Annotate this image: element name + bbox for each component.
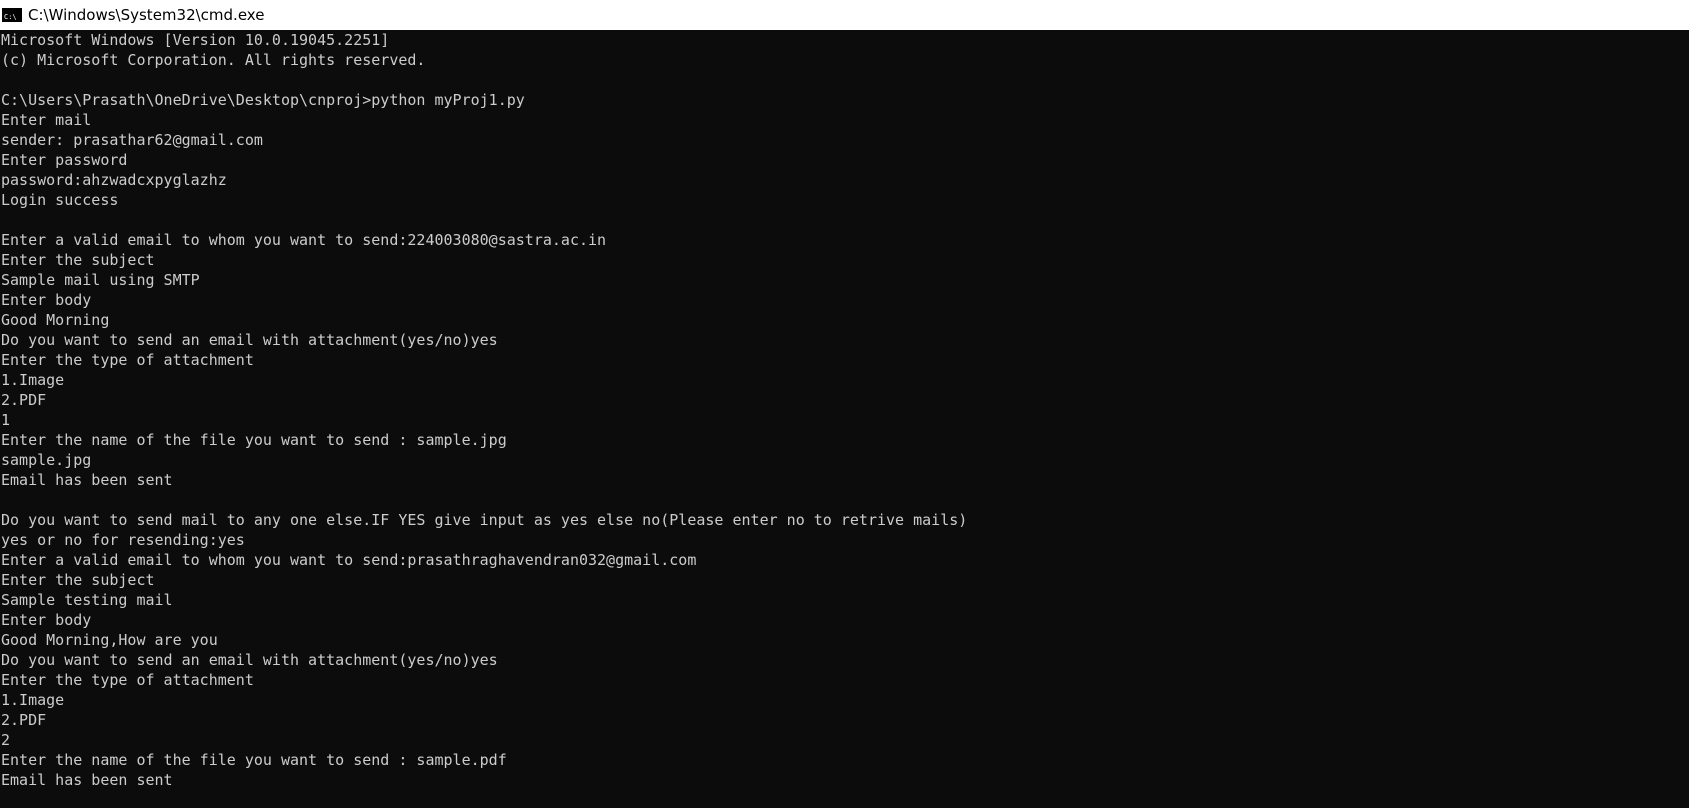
console-line: yes or no for resending:yes [1,531,245,549]
svg-text:C:\: C:\ [4,13,17,21]
cmd-window: C:\ C:\Windows\System32\cmd.exe Microsof… [0,0,1689,808]
console-line: Enter a valid email to whom you want to … [1,551,697,569]
console-line: Enter body [1,611,92,629]
console-line: Do you want to send mail to any one else… [1,511,968,529]
console-line: Email has been sent [1,471,173,489]
console-line: Do you want to send an email with attach… [1,331,498,349]
console-line: Microsoft Windows [Version 10.0.19045.22… [1,31,390,49]
console-line: Enter password [1,151,128,169]
console-line: 1.Image [1,691,65,709]
console-line: Do you want to send an email with attach… [1,651,498,669]
console-line: sender: prasathar62@gmail.com [1,131,263,149]
console-line: Enter the subject [1,251,155,269]
console-line: (c) Microsoft Corporation. All rights re… [1,51,426,69]
console-line: Enter mail [1,111,92,129]
console-line: Sample testing mail [1,591,173,609]
console-line: Good Morning,How are you [1,631,218,649]
cmd-icon: C:\ [2,8,22,22]
console-line: Enter the subject [1,571,155,589]
console-line: Enter a valid email to whom you want to … [1,231,607,249]
console-line: 2.PDF [1,391,47,409]
window-title: C:\Windows\System32\cmd.exe [28,6,265,24]
console-line: sample.jpg [1,451,92,469]
console-line: 1 [1,411,11,429]
console-line: Enter the type of attachment [1,671,254,689]
console-line: Sample mail using SMTP [1,271,200,289]
console-line: 2 [1,731,11,749]
console-line: 2.PDF [1,711,47,729]
console-line: Enter the name of the file you want to s… [1,751,507,769]
console-line: password:ahzwadcxpyglazhz [1,171,227,189]
console-output[interactable]: Microsoft Windows [Version 10.0.19045.22… [0,30,1689,808]
console-line: 1.Image [1,371,65,389]
console-line: Good Morning [1,311,110,329]
title-bar[interactable]: C:\ C:\Windows\System32\cmd.exe [0,0,1689,30]
console-line: Login success [1,191,119,209]
console-line: Enter the type of attachment [1,351,254,369]
console-line: Enter the name of the file you want to s… [1,431,507,449]
console-line: Email has been sent [1,771,173,789]
console-line: Enter body [1,291,92,309]
console-line: C:\Users\Prasath\OneDrive\Desktop\cnproj… [1,91,525,109]
